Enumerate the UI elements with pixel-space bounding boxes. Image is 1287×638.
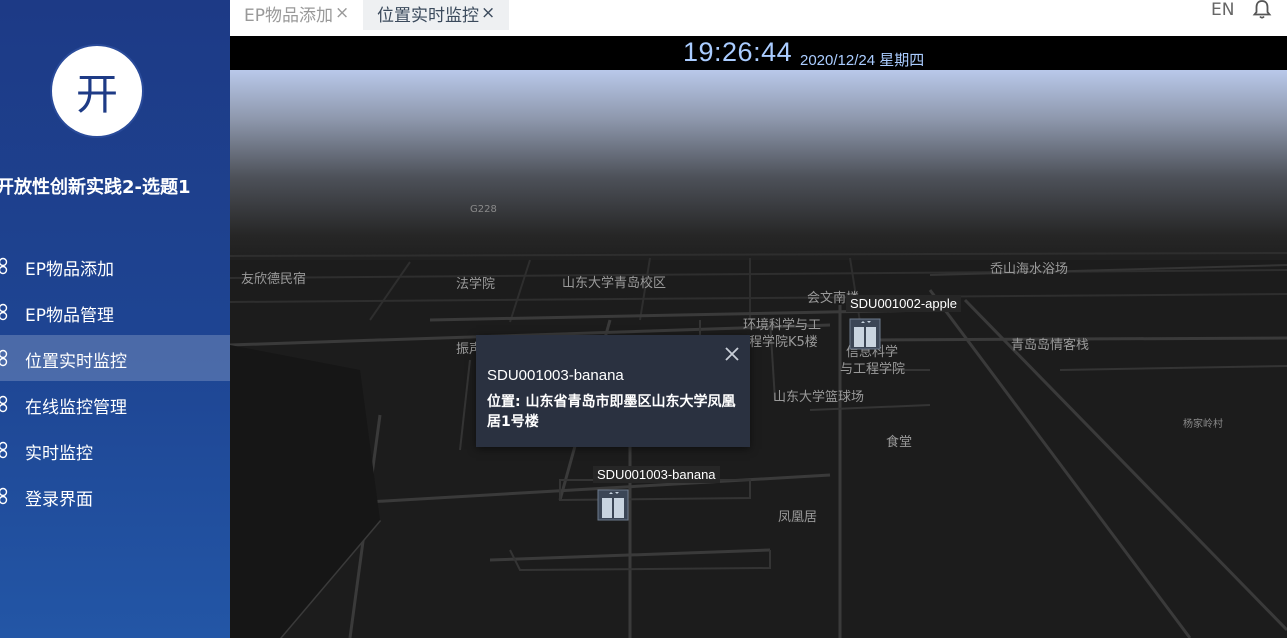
top-bar: EP物品添加 × 位置实时监控 × EN xyxy=(230,0,1287,36)
elevator-icon[interactable] xyxy=(597,489,629,521)
bell-icon[interactable] xyxy=(1252,0,1272,20)
sidebar-item-label: 位置实时监控 xyxy=(25,352,127,372)
link-icon xyxy=(0,349,8,367)
sidebar: 开 开放性创新实践2-选题1 EP物品添加 EP物品管理 位置实时监控 在线监控… xyxy=(0,0,230,638)
marker-label: SDU001003-banana xyxy=(593,466,720,483)
map-label-place: 山东大学青岛校区 xyxy=(562,276,667,291)
sidebar-item-online-monitor[interactable]: 在线监控管理 xyxy=(0,381,230,427)
link-icon xyxy=(0,395,8,413)
map-canvas[interactable] xyxy=(230,70,1287,638)
sidebar-item-label: EP物品管理 xyxy=(25,306,114,326)
link-icon xyxy=(0,303,8,321)
sidebar-item-location-monitor[interactable]: 位置实时监控 xyxy=(0,335,230,381)
sidebar-item-ep-add[interactable]: EP物品添加 xyxy=(0,243,230,289)
map-label-place: 程学院K5楼 xyxy=(749,335,818,350)
map-label-place: 食堂 xyxy=(886,435,913,450)
link-icon xyxy=(0,487,8,505)
tab-label: 位置实时监控 xyxy=(377,5,479,26)
sidebar-menu: EP物品添加 EP物品管理 位置实时监控 在线监控管理 实时监控 登录界面 xyxy=(0,243,230,519)
tab-ep-add[interactable]: EP物品添加 × xyxy=(244,0,349,30)
map-label-place: 凤凰居 xyxy=(778,510,818,525)
app-title: 开放性创新实践2-选题1 xyxy=(0,177,191,198)
sidebar-item-label: 实时监控 xyxy=(25,444,93,464)
clock-bar: 19:26:44 2020/12/24 星期四 xyxy=(230,36,1287,70)
map-label-place: 岙山海水浴场 xyxy=(990,262,1069,277)
map-label-place: 法学院 xyxy=(456,277,496,292)
info-popup: SDU001003-banana 位置: 山东省青岛市即墨区山东大学凤凰居1号楼 xyxy=(476,335,750,447)
map-label-place: 与工程学院 xyxy=(840,362,906,377)
clock-time: 19:26:44 xyxy=(683,37,793,67)
sidebar-item-login[interactable]: 登录界面 xyxy=(0,473,230,519)
popup-body: 位置: 山东省青岛市即墨区山东大学凤凰居1号楼 xyxy=(487,394,736,430)
close-icon[interactable] xyxy=(724,346,740,362)
map-view[interactable]: G228 友欣德民宿 法学院 山东大学青岛校区 振声苑东楼 会文南楼 环境科学与… xyxy=(230,70,1287,638)
tab-label: EP物品添加 xyxy=(244,5,333,26)
map-label-place: 友欣德民宿 xyxy=(241,272,307,287)
sidebar-item-label: 在线监控管理 xyxy=(25,398,127,418)
language-toggle[interactable]: EN xyxy=(1211,0,1234,20)
sidebar-item-label: 登录界面 xyxy=(25,490,93,510)
avatar: 开 xyxy=(50,44,144,138)
link-icon xyxy=(0,441,8,459)
tab-close-icon[interactable]: × xyxy=(335,3,349,23)
map-label-road: G228 xyxy=(470,204,497,215)
link-icon xyxy=(0,257,8,275)
popup-title: SDU001003-banana xyxy=(487,367,624,384)
tab-location-monitor[interactable]: 位置实时监控 × xyxy=(363,0,510,30)
sidebar-item-ep-manage[interactable]: EP物品管理 xyxy=(0,289,230,335)
sidebar-item-realtime-monitor[interactable]: 实时监控 xyxy=(0,427,230,473)
map-label-place: 青岛岛情客栈 xyxy=(1011,338,1090,353)
clock-date: 2020/12/24 星期四 xyxy=(800,52,925,69)
elevator-icon[interactable] xyxy=(849,318,881,350)
map-label-place: 山东大学篮球场 xyxy=(773,390,865,405)
sidebar-item-label: EP物品添加 xyxy=(25,260,114,280)
marker-label: SDU001002-apple xyxy=(846,295,961,312)
map-label-place: 杨家岭村 xyxy=(1183,419,1223,430)
tab-close-icon[interactable]: × xyxy=(481,3,495,23)
